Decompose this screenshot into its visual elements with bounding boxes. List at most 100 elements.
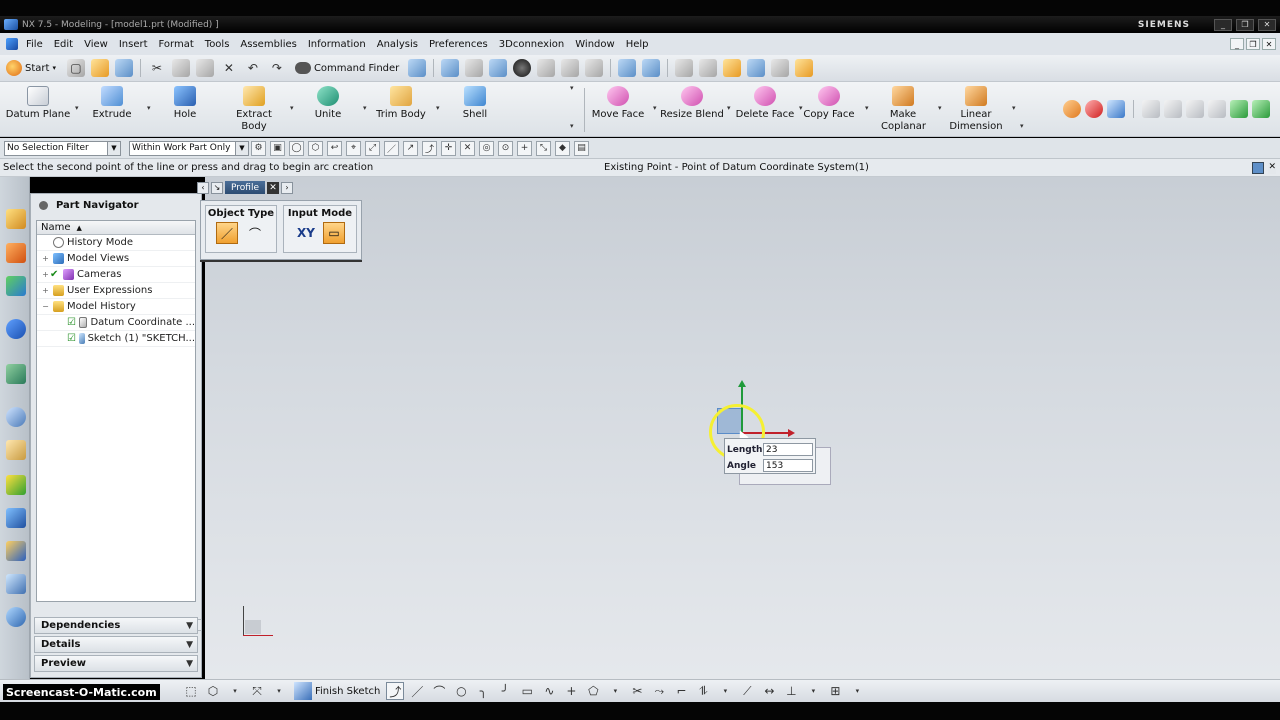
- offset-curve-icon[interactable]: ⥮: [694, 682, 712, 700]
- angle-input[interactable]: 153: [763, 459, 813, 472]
- tree-node-datum-csys[interactable]: ☑ Datum Coordinate ...: [37, 315, 195, 331]
- menu-window[interactable]: Window: [575, 39, 614, 50]
- finish-sketch-button[interactable]: Finish Sketch: [294, 682, 380, 700]
- command-finder-button[interactable]: Command Finder: [294, 62, 399, 74]
- point-dialog-icon[interactable]: ⌖: [346, 140, 361, 156]
- intersection-snap-icon[interactable]: ✕: [460, 140, 475, 156]
- hole-button[interactable]: Hole: [150, 86, 220, 121]
- background-icon[interactable]: [561, 59, 580, 77]
- chevron-right-icon[interactable]: ›: [280, 181, 293, 194]
- analysis-icon[interactable]: [723, 59, 742, 77]
- doc-minimize-button[interactable]: _: [1230, 38, 1244, 50]
- line-mode-button[interactable]: ／: [216, 222, 238, 244]
- chevron-down-icon[interactable]: ▾: [804, 682, 822, 700]
- shaded-cube-icon[interactable]: [489, 59, 508, 77]
- coordinate-mode-button[interactable]: XY: [295, 222, 317, 244]
- datum-plane-button[interactable]: Datum Plane: [3, 86, 73, 121]
- menu-help[interactable]: Help: [626, 39, 649, 50]
- body-selection-icon[interactable]: ◯: [289, 140, 304, 156]
- transform-icon[interactable]: ⬡: [204, 682, 222, 700]
- menu-file[interactable]: File: [26, 39, 43, 50]
- tree-node-sketch[interactable]: ☑ Sketch (1) "SKETCH...: [37, 331, 195, 347]
- point-tool-icon[interactable]: +: [562, 682, 580, 700]
- tree-node-cameras[interactable]: + ✔ Cameras: [37, 267, 195, 283]
- redo-icon[interactable]: ↷: [268, 59, 286, 77]
- arc-mode-button[interactable]: ⌒: [244, 222, 266, 244]
- control-point-snap-icon[interactable]: ✛: [441, 140, 456, 156]
- add-part-icon[interactable]: [1230, 100, 1248, 118]
- reuse-library-icon[interactable]: [6, 319, 26, 339]
- history-icon[interactable]: [6, 407, 26, 427]
- tree-node-model-history[interactable]: − Model History: [37, 299, 195, 315]
- chevron-down-icon[interactable]: ▾: [606, 682, 624, 700]
- open-folder-icon[interactable]: [90, 59, 109, 77]
- midpoint-snap-icon[interactable]: ⤴: [422, 140, 437, 156]
- section-details[interactable]: Details ▼: [34, 636, 198, 653]
- menu-tools[interactable]: Tools: [205, 39, 230, 50]
- tree-node-history-mode[interactable]: History Mode: [37, 235, 195, 251]
- web-browser-icon[interactable]: [6, 607, 26, 627]
- copy-icon[interactable]: [171, 59, 190, 77]
- unite-button[interactable]: Unite: [293, 86, 363, 121]
- chevron-down-icon[interactable]: ▾: [716, 682, 734, 700]
- quadrant-snap-icon[interactable]: ⊙: [498, 140, 513, 156]
- selection-priority-icon[interactable]: [408, 59, 427, 77]
- checkbox-checked-icon[interactable]: ☑: [67, 317, 76, 328]
- arc-tool-icon[interactable]: [1063, 100, 1081, 118]
- manufacturing-wizards-icon[interactable]: [6, 508, 26, 528]
- plane-orient-icon[interactable]: ⤧: [248, 682, 266, 700]
- select-all-icon[interactable]: ⤢: [365, 140, 380, 156]
- orient-view-icon[interactable]: [465, 59, 484, 77]
- menu-insert[interactable]: Insert: [119, 39, 148, 50]
- chamfer-tool-icon[interactable]: ╯: [496, 682, 514, 700]
- constraint-navigator-icon[interactable]: [6, 243, 26, 263]
- wcs-orient-icon[interactable]: [642, 59, 661, 77]
- expand-icon[interactable]: +: [41, 254, 50, 263]
- assembly-icon[interactable]: [1252, 100, 1270, 118]
- hd3d-tools-icon[interactable]: [6, 364, 26, 384]
- show-hide-icon[interactable]: [675, 59, 694, 77]
- make-corner-icon[interactable]: ⌐: [672, 682, 690, 700]
- chevron-down-icon[interactable]: ▾: [270, 682, 288, 700]
- parameter-mode-button[interactable]: ▭: [323, 222, 345, 244]
- length-input[interactable]: 23: [763, 443, 813, 456]
- profile-dialog-titlebar[interactable]: ‹ ↘ Profile ✕ ›: [197, 180, 307, 195]
- curve-rule-icon[interactable]: ↩: [327, 140, 342, 156]
- cut-icon[interactable]: ✂: [148, 59, 166, 77]
- arrange-icon[interactable]: ⬚: [182, 682, 200, 700]
- copy-face-button[interactable]: Copy Face: [794, 86, 864, 121]
- toolbar-options-icon[interactable]: ▾: [570, 84, 574, 92]
- profile-tool-icon[interactable]: ⤴: [386, 682, 405, 700]
- app-menu-icon[interactable]: [6, 38, 18, 50]
- section-dependencies[interactable]: Dependencies ▼: [34, 617, 198, 634]
- feature-selection-icon[interactable]: ▣: [270, 140, 285, 156]
- part-navigator-tree[interactable]: Name ▲ History Mode + Model Views + ✔ Ca…: [36, 220, 202, 631]
- arc-center-snap-icon[interactable]: ◎: [479, 140, 494, 156]
- chat-icon[interactable]: [1107, 100, 1125, 118]
- menu-information[interactable]: Information: [308, 39, 366, 50]
- tree-node-user-expressions[interactable]: + User Expressions: [37, 283, 195, 299]
- paste-icon[interactable]: [195, 59, 214, 77]
- maximize-button[interactable]: ❐: [1236, 18, 1254, 31]
- doc-restore-button[interactable]: ❐: [1246, 38, 1260, 50]
- constraint-icon[interactable]: ⊥: [782, 682, 800, 700]
- column-header-name[interactable]: Name ▲: [37, 221, 195, 235]
- face-selection-icon[interactable]: ⬡: [308, 140, 323, 156]
- auto-constrain-icon[interactable]: ⟋: [738, 682, 756, 700]
- move-face-button[interactable]: Move Face: [583, 86, 653, 121]
- selection-filter-select[interactable]: No Selection Filter ▼: [4, 140, 121, 156]
- delete-face-button[interactable]: Delete Face: [730, 86, 800, 121]
- expand-icon[interactable]: +: [41, 270, 50, 279]
- quick-trim-icon[interactable]: ✂: [628, 682, 646, 700]
- make-coplanar-button[interactable]: Make Coplanar: [868, 86, 938, 133]
- point-on-curve-snap-icon[interactable]: ⤡: [536, 140, 551, 156]
- extrude-button[interactable]: Extrude: [77, 86, 147, 121]
- endpoint-snap-icon[interactable]: ↗: [403, 140, 418, 156]
- chevron-down-icon[interactable]: ▾: [436, 104, 440, 112]
- expand-icon[interactable]: +: [41, 286, 50, 295]
- new-file-icon[interactable]: ▢: [66, 59, 85, 77]
- close-icon[interactable]: ✕: [266, 181, 279, 194]
- rectangle-tool-icon[interactable]: ▭: [518, 682, 536, 700]
- chevron-down-icon[interactable]: ▾: [653, 104, 657, 112]
- work-layer-icon[interactable]: [585, 59, 604, 77]
